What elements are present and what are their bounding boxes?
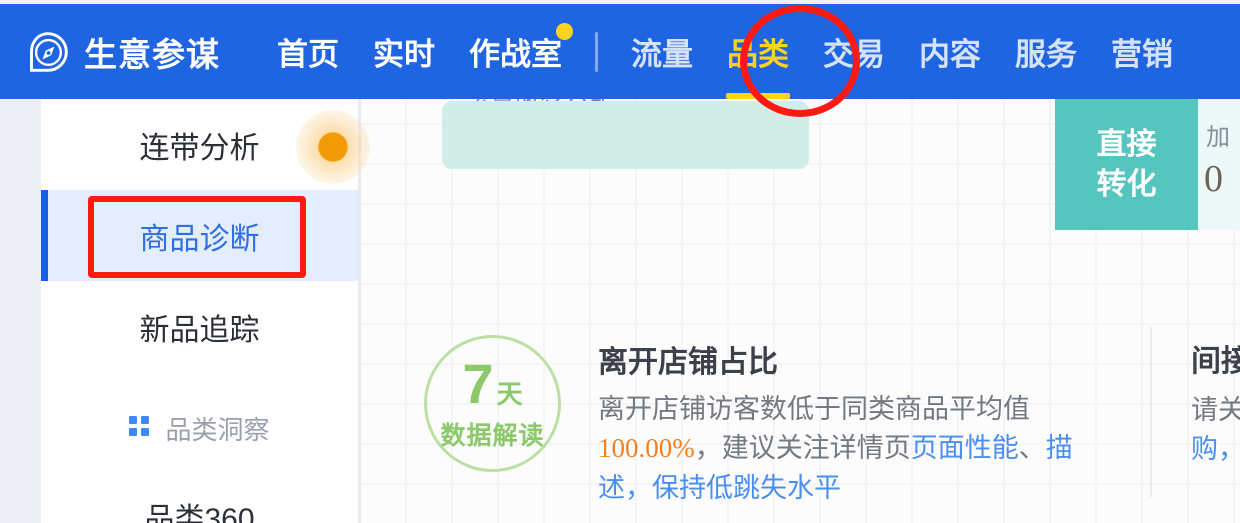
sidebar-item-xinpin-zhuizong[interactable]: 新品追踪 [41, 281, 358, 372]
sidebar-item-lianodai-fenxi[interactable]: 连带分析 [41, 99, 358, 190]
sidebar-menu: 连带分析 商品诊断 新品追踪 品类洞察 品类360 [41, 99, 358, 523]
sidebar-right-border [358, 99, 361, 523]
insight-block-leave-shop: 7 天 数据解读 离开店铺占比 离开店铺访客数低于同类商品平均值 100.00%… [424, 333, 1076, 508]
direct-conversion-tab[interactable]: 直接 转化 [1055, 99, 1198, 230]
nav-item-warroom[interactable]: 作战室 [452, 4, 579, 99]
insight-line-1: 请关 [1191, 395, 1240, 425]
sidebar-section-pinlei-dongcha: 品类洞察 [41, 386, 358, 470]
top-navigation-bar: 生意参谋 首页 实时 作战室 流量 品类 交易 内容 服务 营销 [0, 4, 1240, 99]
insight-line-1: 离开店铺访客数低于同类商品平均值 [598, 394, 1030, 424]
conversion-metric-value: 0 [1204, 158, 1223, 200]
sidebar-spacer [41, 372, 358, 386]
nav-item-label: 品类 [727, 37, 789, 72]
grid-icon [129, 415, 150, 441]
nav-item-traffic[interactable]: 流量 [614, 4, 710, 99]
nav-item-label: 内容 [919, 37, 981, 72]
sidebar-item-label: 品类360 [144, 502, 255, 523]
insight-block-indirect: 间接 请关 购， [1191, 336, 1240, 470]
nav-item-label: 作战室 [469, 37, 562, 72]
app-root: 生意参谋 首页 实时 作战室 流量 品类 交易 内容 服务 营销 连带分析 商品… [0, 0, 1240, 523]
sidebar-item-shangpin-zhenduan[interactable]: 商品诊断 [41, 190, 358, 281]
conversion-metric-panel: 加 0 [1198, 99, 1240, 230]
insight-line-2: 购， [1191, 434, 1240, 465]
nav-items: 首页 实时 作战室 流量 品类 交易 内容 服务 营销 [260, 4, 1190, 99]
seven-day-badge: 7 天 数据解读 [424, 335, 561, 472]
insight-link-page-performance[interactable]: 页面性能 [911, 433, 1019, 463]
sidebar-item-label: 新品追踪 [139, 313, 260, 347]
flow-summary-card [442, 101, 809, 169]
sidebar-item-label: 连带分析 [139, 131, 260, 165]
nav-item-service[interactable]: 服务 [998, 4, 1094, 99]
brand[interactable]: 生意参谋 [26, 28, 220, 76]
nav-item-transaction[interactable]: 交易 [806, 4, 902, 99]
nav-item-label: 服务 [1015, 37, 1077, 72]
seven-day-unit: 天 [496, 378, 523, 409]
insight-line-3: 述，保持低跳失水平 [598, 472, 841, 503]
direct-conversion-line1: 直接 [1096, 127, 1157, 161]
sidebar-section-label: 品类洞察 [165, 414, 270, 445]
nav-item-label: 交易 [823, 37, 885, 72]
insight-body: 离开店铺占比 离开店铺访客数低于同类商品平均值 100.00%，建议关注详情页页… [598, 337, 1076, 508]
nav-item-label: 营销 [1111, 37, 1173, 72]
insight-title: 间接 [1191, 344, 1240, 379]
sidebar-item-label: 商品诊断 [139, 222, 260, 256]
active-indicator-bar [41, 190, 48, 281]
direct-conversion-line2: 转化 [1096, 167, 1157, 201]
nav-item-marketing[interactable]: 营销 [1094, 4, 1190, 99]
nav-item-home[interactable]: 首页 [260, 4, 356, 99]
brand-name: 生意参谋 [84, 35, 220, 73]
nav-item-label: 实时 [373, 37, 435, 72]
nav-item-realtime[interactable]: 实时 [356, 4, 452, 99]
nav-divider [595, 31, 598, 72]
insight-description: 请关 购， [1191, 391, 1240, 470]
insight-column-divider [1150, 327, 1152, 497]
insight-line-2: ，建议关注详情页 [694, 433, 911, 464]
insight-separator: 、 [1018, 433, 1046, 464]
conversion-metric-label: 加 [1206, 124, 1230, 151]
insight-percent-value: 100.00% [598, 433, 695, 464]
sidebar: 连带分析 商品诊断 新品追踪 品类洞察 品类360 [0, 99, 361, 523]
nav-item-label: 流量 [631, 37, 693, 72]
main-content: 流量路径分析 直接 转化 加 0 7 天 数据解读 离开店铺占比 离开店铺访客数… [361, 99, 1240, 523]
seven-day-badge-top: 7 天 [462, 351, 523, 415]
insight-description: 离开店铺访客数低于同类商品平均值 100.00%，建议关注详情页页面性能、描 述… [598, 390, 1076, 508]
nav-item-content[interactable]: 内容 [902, 4, 998, 99]
sidebar-item-pinlei-360[interactable]: 品类360 [41, 470, 358, 523]
insight-link-description[interactable]: 描 [1046, 433, 1073, 463]
seven-day-caption: 数据解读 [440, 421, 545, 450]
sidebar-left-gutter [0, 99, 41, 523]
nav-item-category[interactable]: 品类 [710, 4, 806, 99]
notification-badge-icon [556, 23, 573, 40]
insight-title: 离开店铺占比 [598, 345, 778, 380]
compass-icon [26, 30, 70, 74]
nav-item-label: 首页 [277, 37, 339, 72]
seven-day-number: 7 [462, 351, 494, 415]
